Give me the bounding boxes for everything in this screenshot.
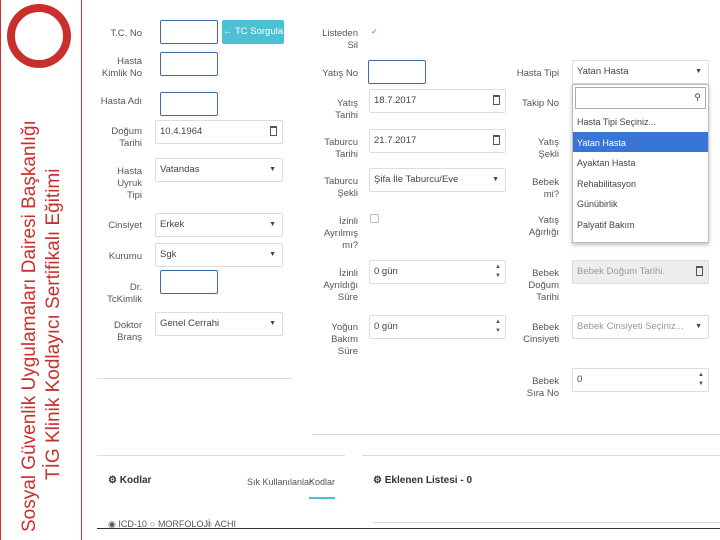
bebek-dogum-input[interactable]: Bebek Doğum Tarihi. [572, 260, 709, 284]
hasta-tipi-label: Hasta Tipi [516, 68, 559, 79]
chevron-down-icon: ▼ [269, 251, 276, 258]
hasta-tipi-dropdown[interactable]: ⚲ Hasta Tipi Seçiniz... Yatan Hasta Ayakta… [572, 84, 709, 243]
hasta-adi-label: Hasta Adı [100, 96, 142, 107]
sidebar-title-line1: Sosyal Güvenlik Uygulamaları Dairesi Baş… [19, 120, 40, 532]
search-icon: ⚲ [694, 92, 701, 102]
yatis-tarihi-input[interactable]: 18.7.2017 [369, 89, 506, 113]
dropdown-option[interactable]: Günübirlik [573, 193, 708, 214]
tc-no-label: T.C. No [110, 28, 142, 39]
dropdown-option[interactable]: Rehabilitasyon [573, 173, 708, 194]
calendar-icon [696, 266, 703, 276]
yogun-bakim-input[interactable]: 0 gün ▲ ▼ [369, 315, 506, 339]
divider [312, 434, 720, 435]
divider [362, 455, 720, 456]
calendar-icon [270, 126, 277, 136]
bebek-mi-label: Bebek mi? [532, 177, 559, 200]
yatis-tarihi-label: Yatış Tarihi [335, 98, 358, 121]
dropdown-option[interactable]: Ayaktan Hasta [573, 152, 708, 173]
dropdown-search-input[interactable]: ⚲ [575, 87, 706, 109]
calendar-icon [493, 135, 500, 145]
kurumu-select[interactable]: Sgk ▼ [155, 243, 283, 267]
hasta-kimlik-input[interactable] [160, 52, 218, 76]
takip-no-label: Takip No [522, 98, 559, 109]
divider [97, 378, 292, 379]
dropdown-option[interactable]: Palyatif Bakım [573, 214, 708, 235]
hasta-adi-input[interactable] [160, 92, 218, 116]
chevron-down-icon: ▼ [269, 320, 276, 327]
yatis-sekli-label: Yatış Şekli [538, 137, 559, 160]
bebek-cinsiyet-select[interactable]: Bebek Cinsiyeti Seçiniz... ▼ [572, 315, 709, 339]
listeden-sil-label: Listeden Sil [322, 28, 358, 51]
dropdown-option[interactable]: Hasta Tipi Seçiniz... [573, 111, 708, 132]
chevron-down-icon: ▼ [695, 323, 702, 330]
stepper-icon[interactable]: ▲ ▼ [495, 263, 501, 281]
izinli-sure-label: İzinli Ayrıldığı Süre [323, 268, 358, 303]
tc-no-input[interactable] [160, 20, 218, 44]
taburcu-sekli-select[interactable]: Şifa İle Taburcu/Eve ▼ [369, 168, 506, 192]
bebek-sira-input[interactable]: 0 ▲ ▼ [572, 368, 709, 392]
chevron-down-icon: ▼ [492, 176, 499, 183]
stepper-icon[interactable]: ▲ ▼ [495, 318, 501, 336]
izinli-checkbox[interactable] [370, 214, 379, 223]
sidebar-title-line2: TİG Klinik Kodlayıcı Sertifikalı Eğitimi [43, 168, 64, 480]
yogun-bakim-label: Yoğun Bakım Süre [331, 322, 358, 357]
uyruk-select[interactable]: Vatandas ▼ [155, 158, 283, 182]
dropdown-option[interactable]: Yatan Hasta [573, 131, 708, 152]
yatis-no-input[interactable] [368, 60, 426, 84]
ministry-logo-icon [7, 4, 71, 68]
bebek-dogum-label: Bebek Doğum Tarihi [528, 268, 559, 303]
sidebar: Sosyal Güvenlik Uygulamaları Dairesi Baş… [0, 0, 82, 540]
table-header-line [373, 522, 720, 523]
hasta-tipi-select[interactable]: Yatan Hasta ▼ [572, 60, 709, 84]
bebek-cinsiyet-label: Bebek Cinsiyeti [523, 322, 559, 345]
dogum-tarihi-label: Doğum Tarihi [111, 126, 142, 149]
uyruk-label: Hasta Uyruk Tipi [117, 166, 142, 201]
chevron-down-icon: ▼ [269, 166, 276, 173]
stepper-icon[interactable]: ▲ ▼ [698, 371, 704, 389]
kurumu-label: Kurumu [108, 251, 142, 262]
cinsiyet-label: Cinsiyet [108, 220, 142, 231]
dogum-tarihi-input[interactable]: 10.4.1964 [155, 120, 283, 144]
cinsiyet-select[interactable]: Erkek ▼ [155, 213, 283, 237]
calendar-icon [493, 95, 500, 105]
izinli-sure-input[interactable]: 0 gün ▲ ▼ [369, 260, 506, 284]
yatis-agirligi-label: Yatış Ağırlığı [528, 215, 559, 238]
divider [97, 455, 345, 456]
hasta-kimlik-label: Hasta Kimlik No [101, 56, 142, 79]
taburcu-tarihi-label: Taburcu Tarihi [324, 137, 358, 160]
dr-tckimlik-input[interactable] [160, 270, 218, 294]
tab-kodlar[interactable]: Kodlar [309, 477, 336, 499]
tc-sorgula-button[interactable]: ← TC Sorgula [222, 20, 284, 44]
listeden-sil-checkbox[interactable]: ✓ [370, 28, 379, 37]
doktor-brans-label: Doktor Branş [114, 320, 142, 343]
dr-tckimlik-label: Dr. TcKimlik [107, 282, 142, 305]
taburcu-sekli-label: Taburcu Şekli [324, 176, 358, 199]
divider [97, 528, 720, 529]
izinli-label: İzinli Ayrılmış mı? [323, 216, 358, 251]
taburcu-tarihi-input[interactable]: 21.7.2017 [369, 129, 506, 153]
tab-sik-kullanilanlar[interactable]: Sık Kullanılanlar [247, 477, 312, 487]
eklenen-panel-title: ⚙ Eklenen Listesi - 0 [373, 475, 473, 486]
brans-select[interactable]: Genel Cerrahi ▼ [155, 312, 283, 336]
chevron-down-icon: ▼ [269, 221, 276, 228]
bebek-sira-label: Bebek Sıra No [526, 376, 559, 399]
chevron-down-icon: ▼ [695, 68, 702, 75]
yatis-no-label: Yatış No [322, 68, 358, 79]
kodlar-panel-title: ⚙ Kodlar [108, 475, 152, 486]
